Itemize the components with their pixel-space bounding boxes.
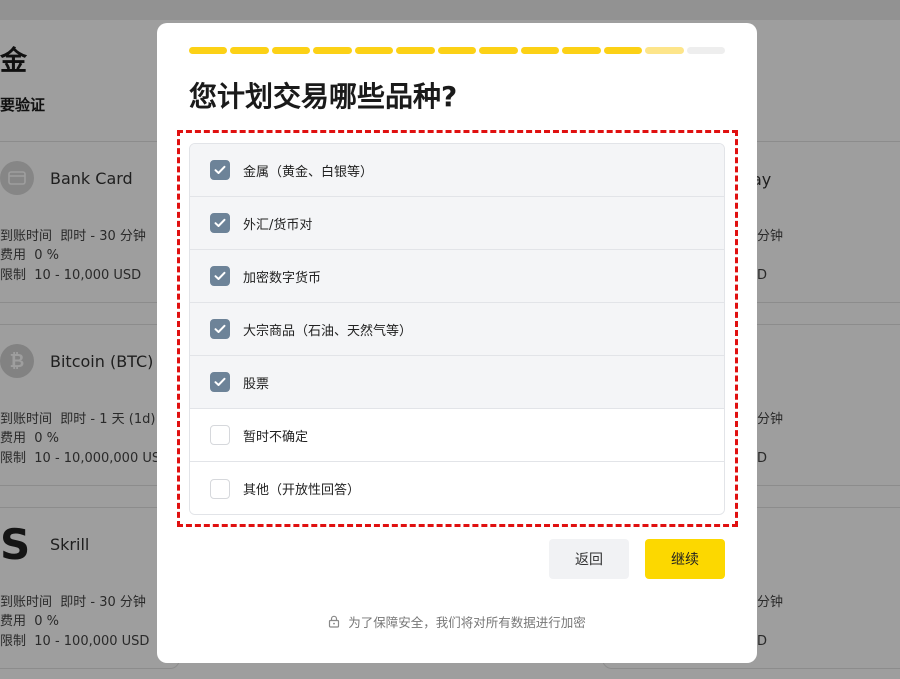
- progress-segment: [437, 47, 477, 54]
- option-item[interactable]: 金属（黄金、白银等）: [190, 144, 724, 197]
- checkbox[interactable]: [210, 160, 230, 180]
- option-item[interactable]: 其他（开放性回答）: [190, 462, 724, 514]
- screen: 金 要验证 Bank Card 到账时间 即时 - 30 分钟 费用 0 % 限…: [0, 0, 900, 679]
- option-label: 外汇/货币对: [243, 217, 313, 233]
- progress-segment: [271, 47, 311, 54]
- option-item[interactable]: 加密数字货币: [190, 250, 724, 303]
- back-button[interactable]: 返回: [549, 539, 629, 579]
- lock-icon: [329, 615, 340, 628]
- checkbox[interactable]: [210, 425, 230, 445]
- option-label: 加密数字货币: [243, 270, 322, 286]
- checkmark-icon: [214, 377, 226, 386]
- progress-segment: [520, 47, 560, 54]
- checkbox[interactable]: [210, 319, 230, 339]
- progress-segment: [603, 47, 643, 54]
- security-note: 为了保障安全，我们将对所有数据进行加密: [157, 612, 757, 631]
- progress-bar: [189, 47, 726, 54]
- checkmark-icon: [214, 165, 226, 174]
- security-note-text: 为了保障安全，我们将对所有数据进行加密: [348, 615, 586, 630]
- checkbox[interactable]: [210, 266, 230, 286]
- checkbox[interactable]: [210, 478, 230, 499]
- checkbox[interactable]: [210, 372, 230, 392]
- option-label: 暂时不确定: [243, 429, 309, 445]
- progress-segment: [313, 47, 352, 54]
- checkmark-icon: [214, 271, 226, 280]
- option-label: 股票: [243, 376, 270, 392]
- progress-segment: [230, 47, 269, 54]
- option-item[interactable]: 外汇/货币对: [190, 197, 724, 250]
- progress-segment: [645, 47, 684, 54]
- continue-button[interactable]: 继续: [645, 539, 725, 579]
- option-label: 金属（黄金、白银等）: [243, 164, 374, 180]
- option-item[interactable]: 大宗商品（石油、天然气等）: [190, 303, 724, 356]
- question-title: 您计划交易哪些品种?: [189, 80, 458, 113]
- option-item[interactable]: 暂时不确定: [190, 409, 724, 462]
- progress-segment: [686, 47, 726, 54]
- checkmark-icon: [214, 218, 226, 227]
- checkmark-icon: [214, 324, 226, 333]
- progress-segment: [189, 47, 228, 54]
- options-list: 金属（黄金、白银等） 外汇/货币对 加密数字货币大宗商品（石油、天然气等） 股票暂时不…: [189, 143, 725, 515]
- progress-segment: [354, 47, 394, 54]
- progress-segment: [562, 47, 601, 54]
- progress-segment: [479, 47, 518, 54]
- option-item[interactable]: 股票: [190, 356, 724, 409]
- questionnaire-modal: 您计划交易哪些品种? 金属（黄金、白银等） 外汇/货币对 加密数字货币大宗商品（石油…: [157, 23, 757, 663]
- progress-segment: [396, 47, 435, 54]
- option-label: 其他（开放性回答）: [243, 483, 361, 498]
- checkbox[interactable]: [210, 213, 230, 233]
- option-label: 大宗商品（石油、天然气等）: [243, 323, 413, 339]
